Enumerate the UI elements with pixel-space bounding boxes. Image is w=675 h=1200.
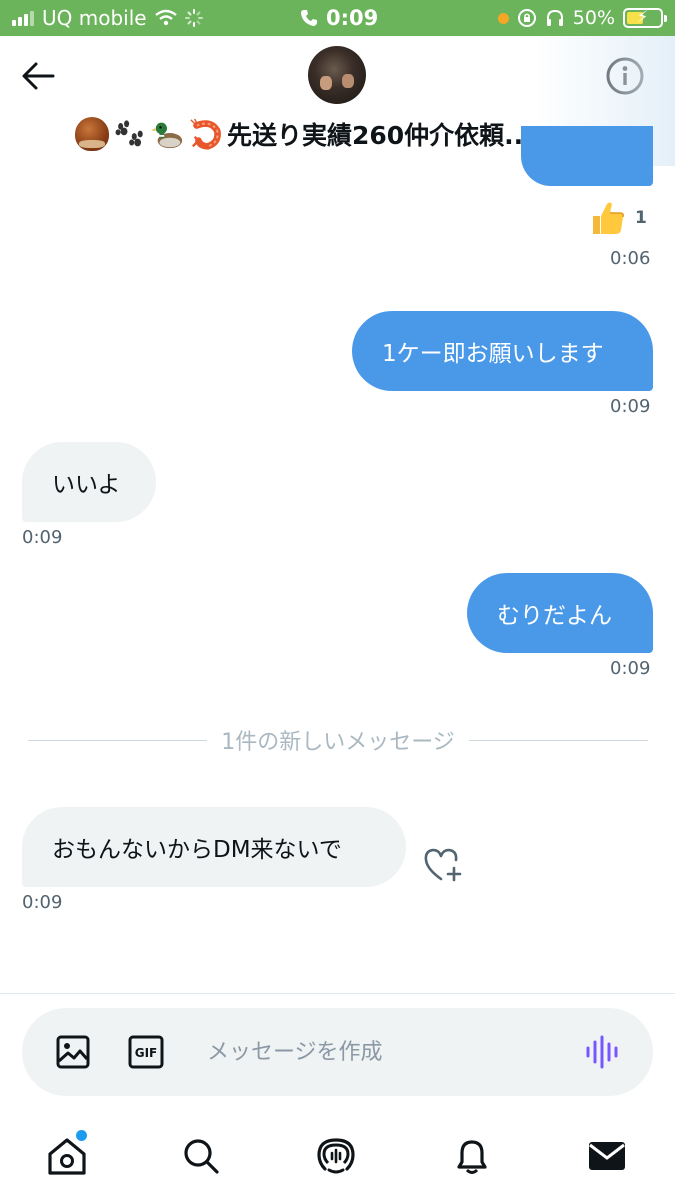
message-time: 0:09 xyxy=(610,658,651,679)
battery-icon: ⚡ xyxy=(623,7,667,28)
status-time: 0:09 xyxy=(326,6,379,30)
mail-icon xyxy=(589,1142,625,1170)
divider-line xyxy=(28,739,208,741)
image-icon xyxy=(56,1035,90,1069)
message-input[interactable] xyxy=(207,1030,567,1074)
nav-notifications[interactable] xyxy=(450,1134,494,1178)
info-icon xyxy=(606,57,644,95)
mic-in-use-indicator xyxy=(497,12,509,24)
status-left: UQ mobile xyxy=(12,0,203,36)
message-time: 0:09 xyxy=(610,396,651,417)
search-icon xyxy=(184,1139,219,1174)
conversation-title-text: 先送り実績260仲介依頼... xyxy=(227,121,533,150)
voice-message-button[interactable] xyxy=(585,1034,621,1070)
message-bubble-sent[interactable]: むりだよん xyxy=(467,573,653,653)
message-time: 0:06 xyxy=(610,248,651,269)
thumbs-up-emoji xyxy=(593,202,624,234)
image-button[interactable] xyxy=(55,1034,91,1070)
nav-spaces[interactable] xyxy=(314,1134,358,1178)
headphones-icon xyxy=(546,9,563,26)
status-bar: UQ mobile 0:09 50% ⚡ xyxy=(0,0,675,36)
nav-search[interactable] xyxy=(179,1134,223,1178)
message-text: むりだよん xyxy=(497,603,612,629)
new-messages-label: 1件の新しいメッセージ xyxy=(221,730,455,755)
voice-icon xyxy=(586,1035,618,1069)
message-bubble-sent[interactable]: 1ケー即お願いします xyxy=(352,311,653,391)
gif-icon: GIF xyxy=(128,1035,164,1069)
wifi-icon xyxy=(154,9,177,26)
message-text: 1ケー即お願いします xyxy=(382,341,604,367)
charging-bolt-icon: ⚡ xyxy=(637,7,649,26)
avatar[interactable] xyxy=(308,46,366,104)
duck-emoji xyxy=(151,122,183,149)
composer-divider xyxy=(0,993,675,994)
message-bubble-received[interactable]: いいよ xyxy=(22,442,156,522)
home-icon xyxy=(48,1138,86,1175)
message-composer: GIF xyxy=(22,1008,653,1096)
status-center: 0:09 xyxy=(300,0,378,36)
battery-percent: 50% xyxy=(572,7,615,29)
info-button[interactable] xyxy=(605,56,645,96)
paw-prints-emoji xyxy=(115,120,143,147)
back-arrow-icon xyxy=(22,62,55,90)
message-time: 0:09 xyxy=(22,892,63,913)
like-button[interactable] xyxy=(422,846,464,884)
bottom-nav xyxy=(0,1110,675,1200)
back-button[interactable] xyxy=(18,58,58,94)
new-messages-divider: 1件の新しいメッセージ xyxy=(28,722,648,758)
chestnut-emoji xyxy=(75,117,109,151)
spaces-icon xyxy=(317,1138,355,1174)
message-text: いいよ xyxy=(52,472,121,498)
status-right: 50% ⚡ xyxy=(497,0,667,36)
divider-line xyxy=(468,739,648,741)
reaction[interactable]: 1 xyxy=(589,198,647,238)
gif-button[interactable]: GIF xyxy=(128,1035,164,1069)
nav-messages[interactable] xyxy=(585,1134,629,1178)
reaction-count: 1 xyxy=(635,208,647,228)
message-time: 0:09 xyxy=(22,527,63,548)
bell-icon xyxy=(457,1140,487,1174)
shrimp-emoji xyxy=(190,118,221,150)
heart-plus-icon xyxy=(424,848,462,882)
carrier-name: UQ mobile xyxy=(42,6,147,30)
phone-icon xyxy=(301,10,317,26)
message-bubble-received[interactable]: おもんないからDM来ないで xyxy=(22,807,406,887)
home-notification-dot xyxy=(76,1130,87,1141)
message-text: おもんないからDM来ないで xyxy=(52,837,342,863)
rotation-lock-icon xyxy=(517,9,536,27)
gif-label: GIF xyxy=(135,1046,158,1060)
loading-icon xyxy=(184,9,203,27)
message-bubble-sent[interactable] xyxy=(521,126,653,186)
signal-icon xyxy=(12,10,34,26)
